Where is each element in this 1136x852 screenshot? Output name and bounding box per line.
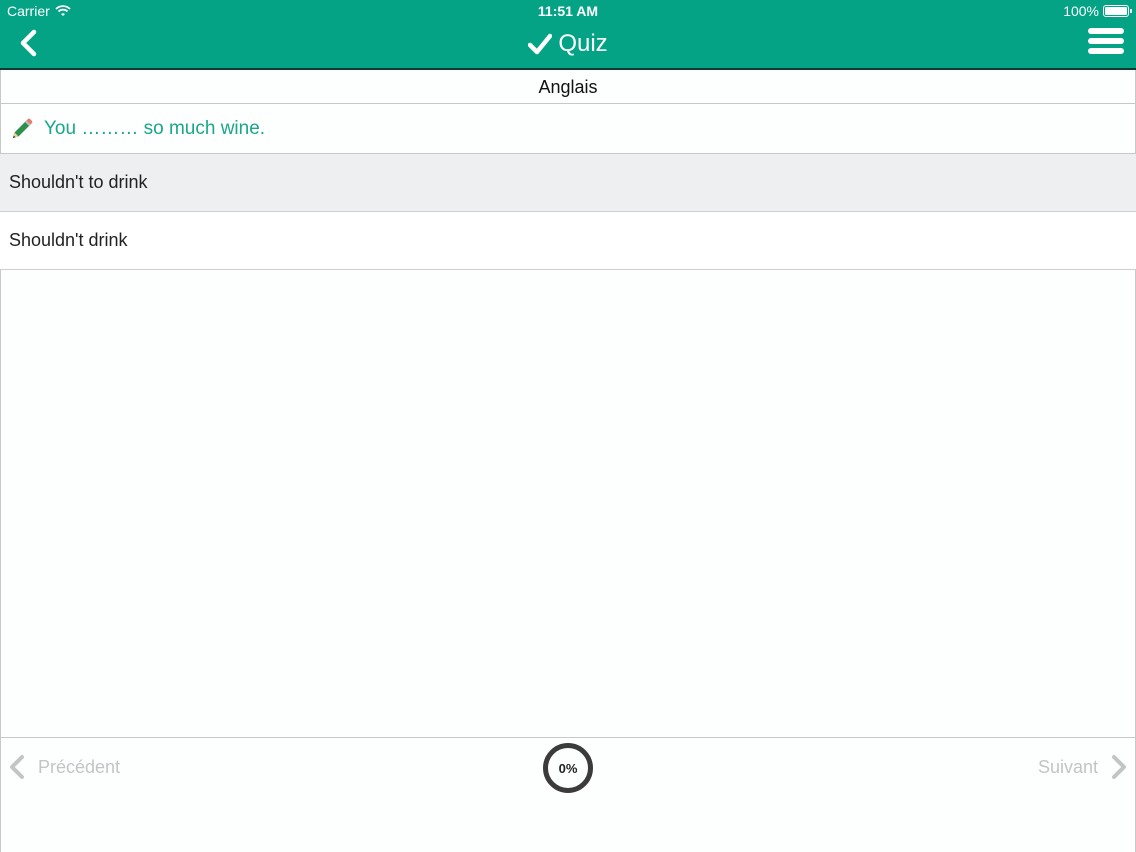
checkmark-icon <box>528 33 553 55</box>
chevron-left-icon <box>10 755 24 779</box>
battery-fill <box>1105 7 1127 15</box>
page-title: Quiz <box>558 30 608 57</box>
progress-indicator: 0% <box>543 743 593 793</box>
hamburger-menu-icon <box>1088 28 1124 54</box>
answer-label: Shouldn't drink <box>9 230 128 250</box>
question-text: You ……… so much wine. <box>44 117 266 139</box>
progress-ring: 0% <box>543 743 593 793</box>
pencil-icon <box>13 118 33 138</box>
next-label: Suivant <box>1037 756 1098 777</box>
battery-percent: 100% <box>1063 3 1099 19</box>
next-button[interactable]: Suivant <box>1038 754 1128 780</box>
answer-label: Shouldn't to drink <box>9 172 148 192</box>
progress-text: 0% <box>558 760 578 776</box>
answer-list: Shouldn't to drink Shouldn't drink <box>0 154 1136 270</box>
battery-icon <box>1103 5 1132 17</box>
quiz-footer: Précédent 0% Suivant <box>0 737 1136 852</box>
subject-header: Anglais <box>0 70 1136 104</box>
battery-group: 100% <box>1063 3 1132 19</box>
previous-label: Précédent <box>38 756 121 777</box>
menu-button[interactable] <box>1088 28 1124 58</box>
page-title-group: Quiz <box>0 30 1136 58</box>
question-row: You ……… so much wine. <box>0 104 1136 154</box>
status-time: 11:51 AM <box>537 3 599 19</box>
previous-button[interactable]: Précédent <box>8 754 120 780</box>
answer-option-2[interactable]: Shouldn't drink <box>0 212 1136 270</box>
chevron-right-icon <box>1112 755 1126 779</box>
status-bar: Carrier 11:51 AM 100% <box>0 0 1136 22</box>
navigation-bar: Quiz <box>0 22 1136 70</box>
answer-option-1[interactable]: Shouldn't to drink <box>0 154 1136 212</box>
